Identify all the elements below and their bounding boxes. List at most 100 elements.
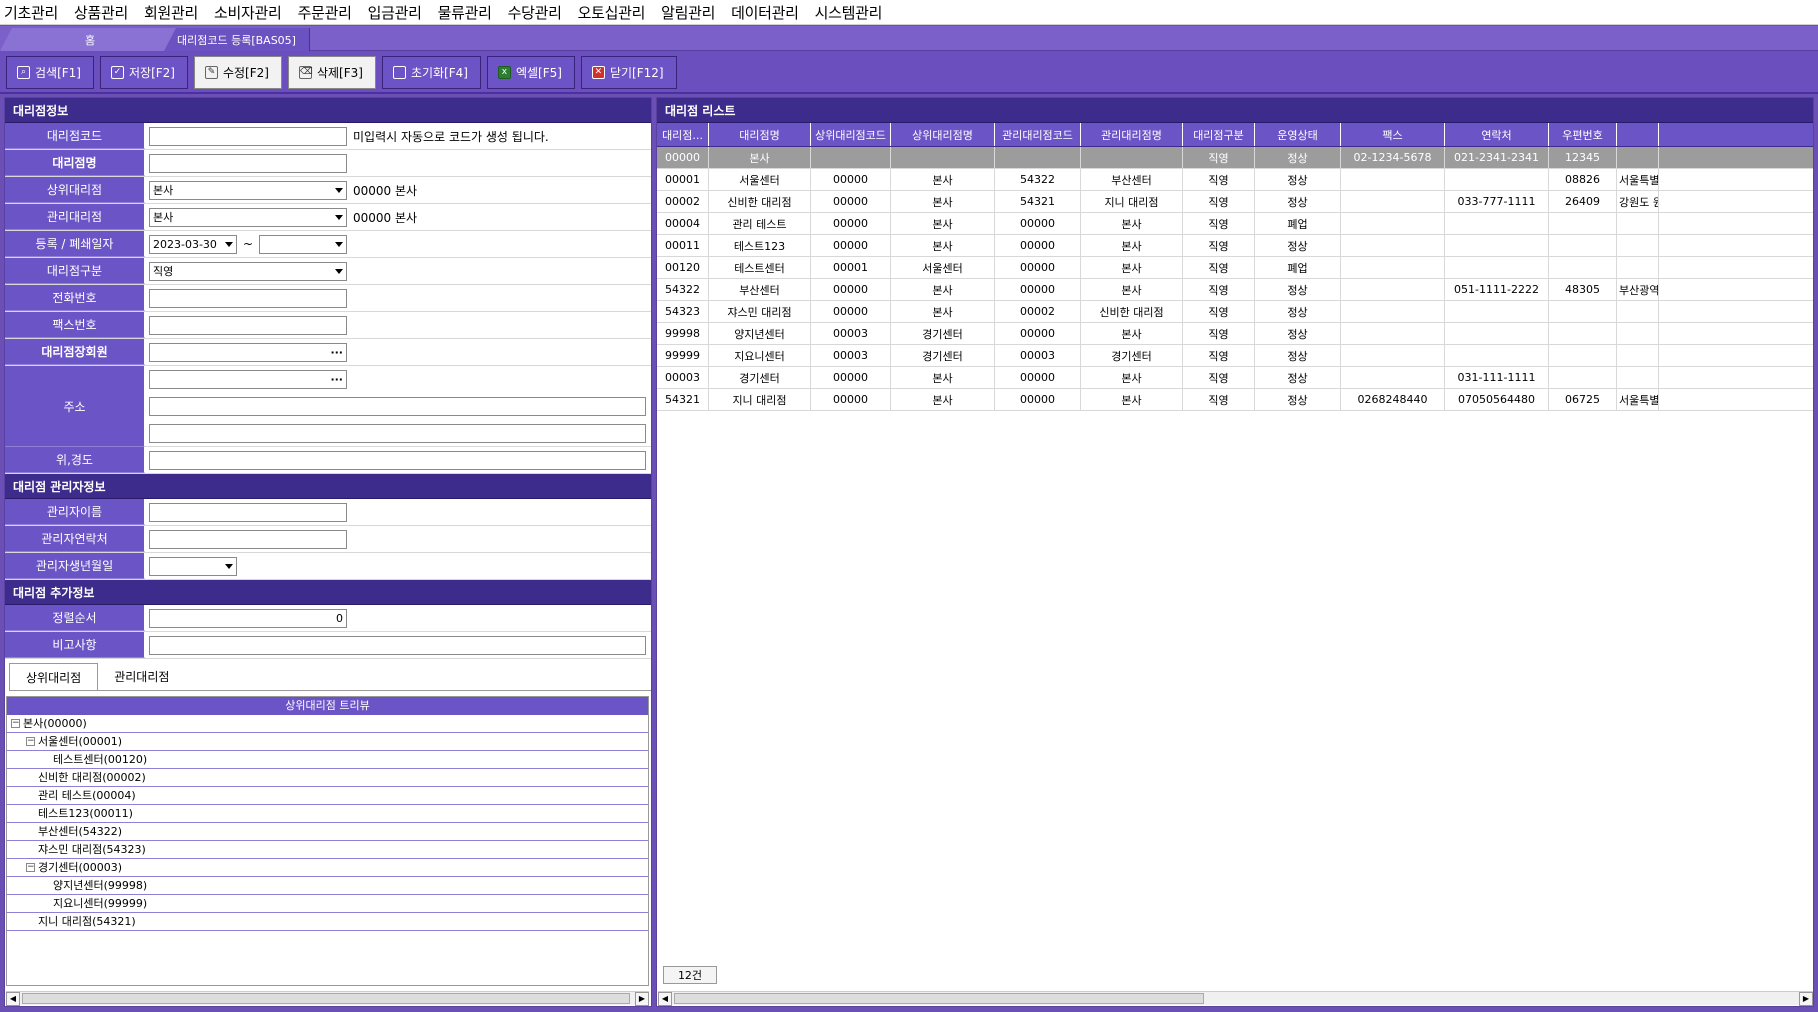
close-button-label: 닫기[F12] xyxy=(609,65,664,80)
table-row[interactable]: 00000 본사 직영 정상 02-1234-5678 021-2341-2341 1234… xyxy=(657,147,1813,169)
tree-node[interactable]: 테스트123(00011) xyxy=(7,805,648,823)
tree-node[interactable]: 지니 대리점(54321) xyxy=(7,913,648,931)
table-cell: 00000 xyxy=(811,301,891,322)
column-header[interactable]: 운영상태 xyxy=(1255,123,1341,146)
latlng-input[interactable] xyxy=(149,450,646,470)
ellipsis-icon[interactable]: ··· xyxy=(330,346,343,359)
date-from-picker[interactable]: 2023-03-30 xyxy=(149,234,237,254)
tab-parent-tree[interactable]: 상위대리점 xyxy=(9,663,99,690)
table-cell xyxy=(811,147,891,168)
phone-input[interactable] xyxy=(149,288,347,308)
reset-button-label: 초기화[F4] xyxy=(410,65,468,80)
table-row[interactable]: 00004 관리 테스트 00000 본사 00000 본사 직영 폐업 xyxy=(657,213,1813,235)
menu-item[interactable]: 주문관리 xyxy=(298,2,352,23)
table-row[interactable]: 00120 테스트센터 00001 서울센터 00000 본사 직영 폐업 xyxy=(657,257,1813,279)
mgr-phone-input[interactable] xyxy=(149,529,347,549)
left-horizontal-scrollbar[interactable]: ◀ ▶ xyxy=(6,991,649,1006)
column-header[interactable]: 상위대리점명 xyxy=(891,123,995,146)
menu-item[interactable]: 데이터관리 xyxy=(731,2,799,23)
collapse-icon[interactable]: − xyxy=(26,863,35,872)
mgr-name-input[interactable] xyxy=(149,502,347,522)
menu-item[interactable]: 오토십관리 xyxy=(578,2,646,23)
address-line1-input[interactable] xyxy=(149,397,646,416)
table-row[interactable]: 00011 테스트123 00000 본사 00000 본사 직영 정상 xyxy=(657,235,1813,257)
scroll-left-icon[interactable]: ◀ xyxy=(658,992,672,1006)
column-header[interactable]: 대리점... xyxy=(657,123,709,146)
tree-node[interactable]: 관리 테스트(00004) xyxy=(7,787,648,805)
scroll-right-icon[interactable]: ▶ xyxy=(1799,992,1813,1006)
tree-node[interactable]: 지요니센터(99999) xyxy=(7,895,648,913)
table-row[interactable]: 99999 지요니센터 00003 경기센터 00003 경기센터 직영 정상 xyxy=(657,345,1813,367)
ellipsis-icon[interactable]: ··· xyxy=(330,373,343,386)
name-input[interactable] xyxy=(149,153,347,173)
column-header[interactable]: 관리대리점명 xyxy=(1081,123,1183,146)
tree-node[interactable]: 신비한 대리점(00002) xyxy=(7,769,648,787)
tree-node[interactable]: − 본사(00000) xyxy=(7,715,648,733)
table-row[interactable]: 00003 경기센터 00000 본사 00000 본사 직영 정상 031-111-1111 xyxy=(657,367,1813,389)
scroll-right-icon[interactable]: ▶ xyxy=(635,992,649,1006)
order-input[interactable]: 0 xyxy=(149,608,347,628)
tree-node[interactable]: 테스트센터(00120) xyxy=(7,751,648,769)
menu-item[interactable]: 기초관리 xyxy=(4,2,58,23)
table-row[interactable]: 54321 지니 대리점 00000 본사 00000 본사 직영 정상 0268248440 0… xyxy=(657,389,1813,411)
column-header[interactable]: 연락처 xyxy=(1445,123,1549,146)
column-header[interactable]: 대리점구분 xyxy=(1183,123,1255,146)
tree-node[interactable]: − 서울센터(00001) xyxy=(7,733,648,751)
menu-item[interactable]: 소비자관리 xyxy=(214,2,282,23)
column-header[interactable]: 우편번호 xyxy=(1549,123,1617,146)
menu-item[interactable]: 시스템관리 xyxy=(815,2,883,23)
scroll-thumb[interactable] xyxy=(22,993,630,1004)
tab-home[interactable]: 홈 xyxy=(0,28,180,51)
column-header[interactable] xyxy=(1617,123,1659,146)
table-row[interactable]: 54323 쟈스민 대리점 00000 본사 00002 신비한 대리점 직영 정상 xyxy=(657,301,1813,323)
delete-button[interactable]: ⌫ 삭제[F3] xyxy=(287,55,376,89)
edit-button[interactable]: ✎ 수정[F2] xyxy=(193,55,282,89)
mgr-birth-picker[interactable] xyxy=(149,556,237,576)
table-cell xyxy=(1081,147,1183,168)
tree-node[interactable]: − 경기센터(00003) xyxy=(7,859,648,877)
search-button[interactable]: ⌕ 검색[F1] xyxy=(6,55,94,89)
note-input[interactable] xyxy=(149,635,646,655)
save-button[interactable]: ✓ 저장[F2] xyxy=(99,55,188,89)
menu-item[interactable]: 수당관리 xyxy=(508,2,562,23)
column-header[interactable]: 대리점명 xyxy=(709,123,811,146)
manage-select[interactable]: 본사 xyxy=(149,207,347,227)
grid-horizontal-scrollbar[interactable]: ◀ ▶ xyxy=(658,991,1813,1006)
table-cell: 지니 대리점 xyxy=(709,389,811,410)
scroll-left-icon[interactable]: ◀ xyxy=(6,992,20,1006)
date-to-picker[interactable] xyxy=(259,234,348,254)
table-row[interactable]: 99998 양지년센터 00003 경기센터 00000 본사 직영 정상 xyxy=(657,323,1813,345)
address-line2-input[interactable] xyxy=(149,424,646,443)
tree-node[interactable]: 양지년센터(99998) xyxy=(7,877,648,895)
menu-item[interactable]: 회원관리 xyxy=(144,2,198,23)
menu-item[interactable]: 입금관리 xyxy=(368,2,422,23)
tree-node[interactable]: 쟈스민 대리점(54323) xyxy=(7,841,648,859)
scroll-thumb[interactable] xyxy=(674,993,1204,1004)
reset-button[interactable]: 초기화[F4] xyxy=(381,55,481,89)
owner-lookup[interactable]: ··· xyxy=(149,342,347,362)
collapse-icon[interactable]: − xyxy=(11,719,20,728)
table-row[interactable]: 00002 신비한 대리점 00000 본사 54321 지니 대리점 직영 정상 033-77… xyxy=(657,191,1813,213)
parent-select[interactable]: 본사 xyxy=(149,180,347,200)
table-row[interactable]: 00001 서울센터 00000 본사 54322 부산센터 직영 정상 08826 서울특별 xyxy=(657,169,1813,191)
zipcode-lookup[interactable]: ··· xyxy=(149,370,347,389)
menu-item[interactable]: 상품관리 xyxy=(74,2,128,23)
collapse-icon[interactable]: − xyxy=(26,737,35,746)
column-header[interactable]: 팩스 xyxy=(1341,123,1445,146)
code-input[interactable] xyxy=(149,126,347,146)
column-header[interactable]: 관리대리점코드 xyxy=(995,123,1081,146)
menu-item[interactable]: 알림관리 xyxy=(661,2,715,23)
type-select[interactable]: 직영 xyxy=(149,261,347,281)
close-button[interactable]: ✕ 닫기[F12] xyxy=(580,55,677,89)
tab-bas05[interactable]: 대리점코드 등록[BAS05] xyxy=(164,28,310,51)
column-header[interactable]: 상위대리점코드 xyxy=(811,123,891,146)
fax-input[interactable] xyxy=(149,315,347,335)
table-cell: 48305 xyxy=(1549,279,1617,300)
tree-node[interactable]: 부산센터(54322) xyxy=(7,823,648,841)
table-row[interactable]: 54322 부산센터 00000 본사 00000 본사 직영 정상 051-1111-2222… xyxy=(657,279,1813,301)
table-cell xyxy=(1341,367,1445,388)
tab-manage-tree[interactable]: 관리대리점 xyxy=(98,663,185,690)
excel-button[interactable]: x 엑셀[F5] xyxy=(486,55,575,89)
row-owner: 대리점장회원 ··· xyxy=(5,339,651,366)
menu-item[interactable]: 물류관리 xyxy=(438,2,492,23)
